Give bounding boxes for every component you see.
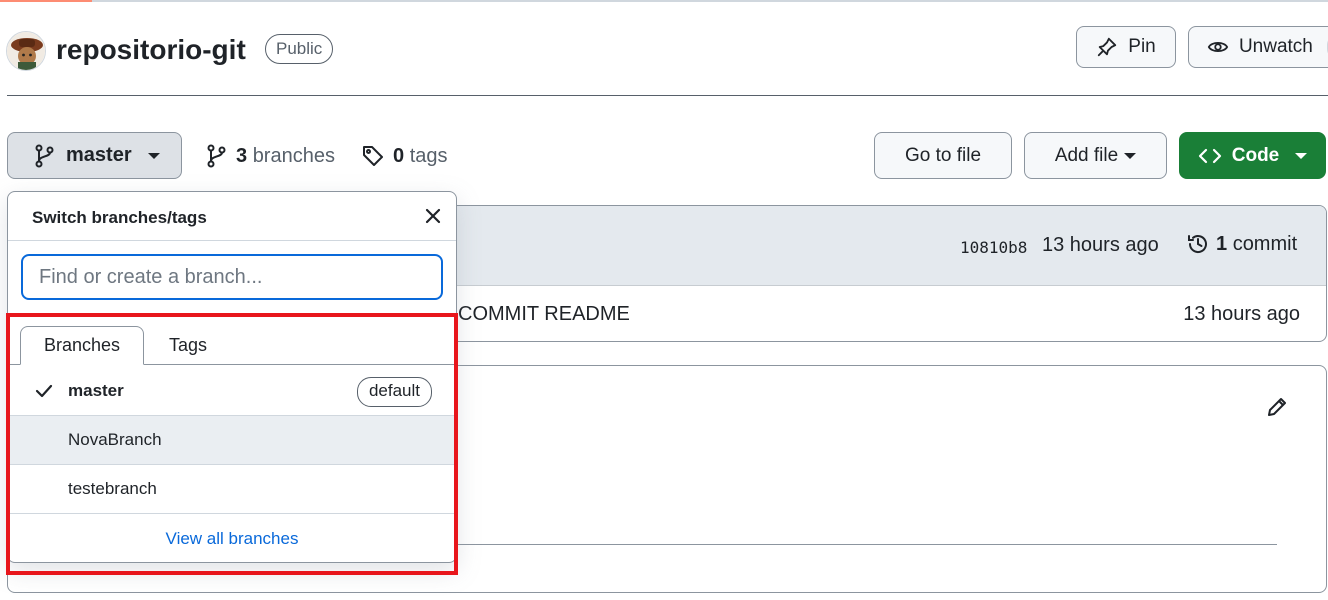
commits-link[interactable]: 1 commit: [1186, 232, 1297, 256]
go-to-file-button[interactable]: Go to file: [874, 132, 1012, 179]
commit-sha[interactable]: 10810b8: [960, 238, 1027, 257]
pencil-icon[interactable]: [1265, 395, 1289, 419]
branch-dropdown: Switch branches/tags Branches Tags maste…: [7, 191, 457, 563]
commit-count: 1: [1216, 232, 1228, 255]
branch-item-testebranch[interactable]: testebranch: [8, 465, 456, 514]
branches-text: branches: [252, 144, 335, 167]
top-border: [0, 0, 1328, 2]
branch-selector-button[interactable]: master: [7, 132, 182, 179]
git-branch-icon: [207, 144, 226, 168]
unwatch-label: Unwatch: [1238, 36, 1313, 57]
header-divider: [7, 95, 1328, 96]
active-tab-indicator: [0, 0, 92, 2]
branches-link[interactable]: 3 branches: [206, 140, 335, 172]
current-branch-label: master: [66, 144, 132, 166]
tab-branches[interactable]: Branches: [20, 326, 144, 365]
branch-item-master[interactable]: master default: [8, 367, 456, 416]
branch-name: NovaBranch: [68, 430, 162, 449]
branch-search-input[interactable]: [21, 254, 443, 300]
pin-icon: [1098, 37, 1117, 57]
dropdown-divider: [8, 240, 456, 241]
visibility-badge: Public: [265, 34, 334, 64]
chevron-down-icon: [147, 152, 160, 159]
eye-icon: [1207, 41, 1229, 53]
add-file-button[interactable]: Add file: [1024, 132, 1167, 179]
repo-name[interactable]: repositorio-git: [56, 31, 246, 69]
code-label: Code: [1231, 144, 1280, 166]
branches-count: 3: [236, 144, 248, 167]
file-commit-message[interactable]: COMMIT README: [458, 303, 630, 326]
check-icon: [35, 384, 53, 398]
add-file-label: Add file: [1054, 144, 1119, 166]
chevron-down-icon: [1295, 152, 1308, 159]
dropdown-title: Switch branches/tags: [32, 208, 207, 227]
pin-label: Pin: [1128, 36, 1156, 57]
tags-text: tags: [409, 144, 448, 167]
branch-name: master: [68, 381, 124, 400]
unwatch-button[interactable]: Unwatch: [1188, 26, 1328, 68]
commit-time: 13 hours ago: [1042, 234, 1159, 256]
go-to-file-label: Go to file: [904, 144, 982, 166]
code-icon: [1198, 148, 1221, 163]
close-icon[interactable]: [423, 206, 443, 226]
default-badge: default: [356, 377, 432, 407]
owner-avatar[interactable]: [6, 31, 46, 71]
branch-name: testebranch: [68, 479, 157, 498]
branch-item-novabranch[interactable]: NovaBranch: [8, 416, 456, 465]
tags-count: 0: [393, 144, 405, 167]
tag-icon: [363, 146, 383, 166]
readme-divider: [455, 544, 1277, 545]
tab-tags[interactable]: Tags: [148, 326, 228, 365]
history-icon: [1188, 235, 1207, 253]
chevron-down-icon: [1124, 152, 1137, 159]
file-commit-time: 13 hours ago: [1183, 303, 1300, 325]
code-button[interactable]: Code: [1179, 132, 1326, 179]
git-branch-icon: [35, 144, 54, 167]
tags-link[interactable]: 0 tags: [361, 140, 448, 172]
commit-count-label: commit: [1232, 232, 1298, 255]
pin-button[interactable]: Pin: [1076, 26, 1176, 68]
view-all-branches-link[interactable]: View all branches: [8, 516, 456, 561]
